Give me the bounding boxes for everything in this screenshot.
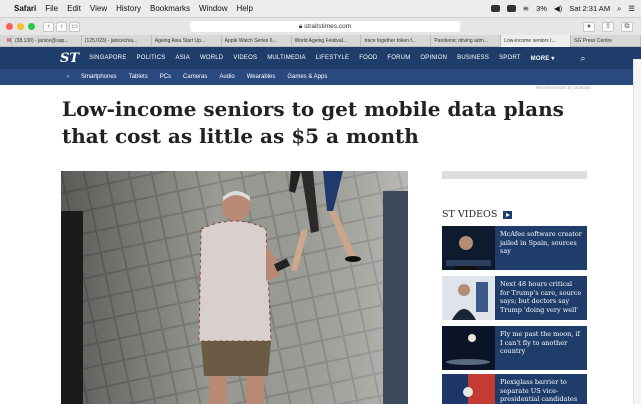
nav-singapore[interactable]: SINGAPORE <box>89 55 126 61</box>
site-nav: ST SINGAPORE POLITICS ASIA WORLD VIDEOS … <box>0 47 641 69</box>
tab-2[interactable]: (125,023) - janicechia... <box>82 34 152 47</box>
nav-food[interactable]: FOOD <box>359 55 377 61</box>
tab-9[interactable]: SG Press Centre <box>571 34 641 47</box>
nav-sport[interactable]: SPORT <box>499 55 521 61</box>
video-card[interactable]: Next 48 hours critical for Trump's care,… <box>442 276 587 320</box>
nav-lifestyle[interactable]: LIFESTYLE <box>316 55 349 61</box>
article-headline: Low-income seniors to get mobile data pl… <box>62 97 564 148</box>
subnav-games-apps[interactable]: Games & Apps <box>287 74 327 80</box>
video-card[interactable]: Fly me past the moon, if I can't fly to … <box>442 326 587 370</box>
forward-button[interactable]: › <box>56 21 67 32</box>
page-scrollbar[interactable] <box>633 59 641 404</box>
status-area: ≋ 3% ◀︎) Sat 2:31 AM ⌕ ☰ <box>490 4 635 14</box>
video-thumbnail[interactable] <box>442 226 495 270</box>
st-videos-title: ST VIDEOS <box>442 209 498 220</box>
menu-view[interactable]: View <box>90 4 107 13</box>
nav-business[interactable]: BUSINESS <box>457 55 489 61</box>
subnav-arrow-icon[interactable]: › <box>67 74 69 80</box>
status-icon[interactable] <box>490 5 500 12</box>
share-icon[interactable]: ⇪ <box>602 21 614 32</box>
toolbar-right: ● ⇪ ⧉ <box>583 21 635 32</box>
tabs-overview-icon[interactable]: ⧉ <box>621 21 633 32</box>
video-thumbnail[interactable] <box>442 326 495 370</box>
browser-toolbar: ‹ › ▭ 🔒︎ straitstimes.com ● ⇪ ⧉ <box>0 18 641 35</box>
tab-gmail[interactable]: M <box>4 34 12 47</box>
close-window-button[interactable] <box>6 23 13 30</box>
video-thumbnail[interactable] <box>442 374 495 404</box>
menu-file[interactable]: File <box>45 4 58 13</box>
tab-4[interactable]: Apple Watch Series 6... <box>222 34 292 47</box>
nav-forum[interactable]: FORUM <box>387 55 410 61</box>
subnav-tablets[interactable]: Tablets <box>129 74 148 80</box>
tab-bar: M (38,130) - janice@sap... (125,023) - j… <box>0 34 641 47</box>
ad-placeholder <box>442 171 587 179</box>
battery-percent[interactable]: 3% <box>536 4 547 13</box>
subnav-audio[interactable]: Audio <box>219 74 234 80</box>
st-videos-heading[interactable]: ST VIDEOS <box>442 209 513 220</box>
macos-menubar: Safari File Edit View History Bookmarks … <box>0 0 641 18</box>
menu-list-icon[interactable]: ☰ <box>628 4 635 13</box>
menu-edit[interactable]: Edit <box>67 4 81 13</box>
video-card[interactable]: McAfee software creator jailed in Spain,… <box>442 226 587 270</box>
address-url: straitstimes.com <box>304 23 352 30</box>
minimize-window-button[interactable] <box>17 23 24 30</box>
volume-icon[interactable]: ◀︎) <box>554 4 562 13</box>
video-title[interactable]: Plexiglass barrier to separate US vice-p… <box>495 374 587 404</box>
video-title[interactable]: Next 48 hours critical for Trump's care,… <box>495 276 587 320</box>
tab-1[interactable]: (38,130) - janice@sap... <box>12 34 82 47</box>
address-bar[interactable]: 🔒︎ straitstimes.com <box>190 21 460 32</box>
status-icon[interactable] <box>506 5 516 12</box>
nav-opinion[interactable]: OPINION <box>420 55 447 61</box>
window-controls <box>6 23 35 30</box>
play-icon <box>503 210 513 219</box>
sponsor-label: Recommended by Outbrain <box>535 85 591 90</box>
nav-more[interactable]: MORE ▾ <box>531 55 555 62</box>
tab-7[interactable]: Pandemic driving adm... <box>431 34 502 47</box>
nav-videos[interactable]: VIDEOS <box>233 55 257 61</box>
zoom-window-button[interactable] <box>28 23 35 30</box>
wifi-icon[interactable]: ≋ <box>523 4 529 13</box>
video-title[interactable]: McAfee software creator jailed in Spain,… <box>495 226 587 270</box>
nav-world[interactable]: WORLD <box>200 55 223 61</box>
nav-politics[interactable]: POLITICS <box>137 55 166 61</box>
article-photo[interactable] <box>61 171 408 404</box>
menu-history[interactable]: History <box>116 4 141 13</box>
sidebar-icon[interactable]: ▭ <box>69 21 80 32</box>
subnav-cameras[interactable]: Cameras <box>183 74 207 80</box>
site-search-icon[interactable]: ⌕ <box>581 53 586 64</box>
back-button[interactable]: ‹ <box>43 21 54 32</box>
tab-5[interactable]: World Ageing Festival... <box>292 34 362 47</box>
lock-icon: 🔒︎ <box>298 23 303 30</box>
menu-help[interactable]: Help <box>236 4 252 13</box>
extension-icon[interactable]: ● <box>583 21 595 32</box>
nav-asia[interactable]: ASIA <box>176 55 190 61</box>
video-thumbnail[interactable] <box>442 276 495 320</box>
tab-active[interactable]: Low-income seniors t... <box>501 34 572 47</box>
subnav-wearables[interactable]: Wearables <box>247 74 276 80</box>
subnav-pcs[interactable]: PCs <box>160 74 171 80</box>
tab-3[interactable]: Ageing Asia Start Up... <box>152 34 222 47</box>
video-card[interactable]: Plexiglass barrier to separate US vice-p… <box>442 374 587 404</box>
site-subnav: › Smartphones Tablets PCs Cameras Audio … <box>0 69 641 85</box>
menu-window[interactable]: Window <box>199 4 227 13</box>
search-icon[interactable]: ⌕ <box>617 4 621 14</box>
subnav-smartphones[interactable]: Smartphones <box>81 74 117 80</box>
nav-multimedia[interactable]: MULTIMEDIA <box>267 55 306 61</box>
menu-bookmarks[interactable]: Bookmarks <box>150 4 190 13</box>
clock[interactable]: Sat 2:31 AM <box>569 4 610 13</box>
tab-6[interactable]: trace together token f... <box>361 34 432 47</box>
menu-app-name[interactable]: Safari <box>14 4 36 13</box>
video-title[interactable]: Fly me past the moon, if I can't fly to … <box>495 326 587 370</box>
st-logo[interactable]: ST <box>60 51 79 66</box>
